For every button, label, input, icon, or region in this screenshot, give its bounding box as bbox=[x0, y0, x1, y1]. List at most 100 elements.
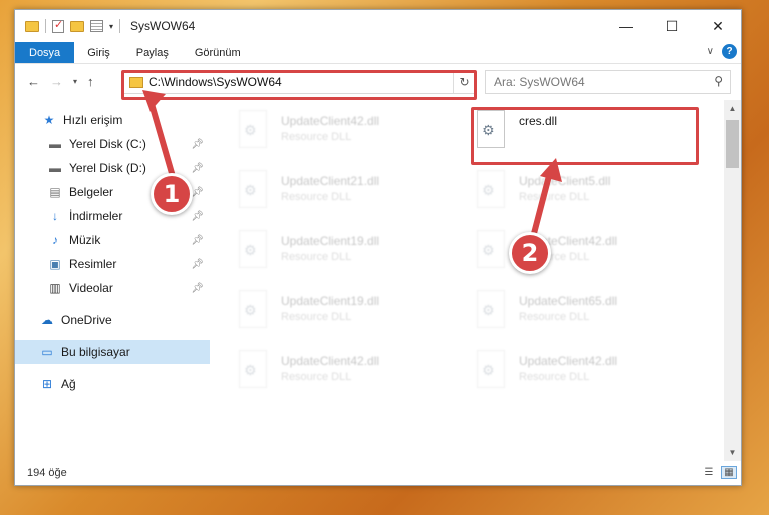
drive-icon: ▬ bbox=[49, 161, 61, 175]
back-arrow-icon[interactable]: ← bbox=[27, 74, 40, 89]
dll-file-icon: ⚙ bbox=[473, 348, 509, 392]
pin-icon[interactable]: 📌︎ bbox=[191, 259, 204, 270]
recent-locations-icon[interactable]: ▾ bbox=[73, 77, 77, 86]
file-type: Resource DLL bbox=[281, 131, 352, 143]
pin-icon[interactable]: 📌︎ bbox=[191, 163, 204, 174]
tab-share[interactable]: Paylaş bbox=[123, 42, 182, 63]
sidebar-item-label: Resimler bbox=[69, 257, 117, 271]
file-type: Resource DLL bbox=[519, 191, 590, 203]
file-item[interactable]: ⚙ UpdateClient65.dll Resource DLL bbox=[473, 288, 693, 338]
large-icons-view-icon[interactable]: ▦ bbox=[721, 466, 737, 479]
sidebar-item-this-pc[interactable]: ▭ Bu bilgisayar bbox=[15, 340, 210, 364]
download-icon: ↓ bbox=[52, 209, 58, 223]
documents-icon: ▤ bbox=[49, 185, 61, 199]
dll-file-icon: ⚙ bbox=[235, 228, 271, 272]
sidebar-item-label: Hızlı erişim bbox=[63, 113, 123, 127]
new-folder-icon[interactable] bbox=[70, 20, 84, 32]
file-type: Resource DLL bbox=[281, 251, 352, 263]
file-name: UpdateClient5.dll bbox=[519, 174, 611, 188]
search-icon[interactable]: ⚲ bbox=[714, 74, 723, 88]
help-icon[interactable]: ? bbox=[722, 44, 737, 59]
network-icon: ⊞ bbox=[41, 377, 53, 391]
divider bbox=[45, 19, 46, 33]
pin-icon[interactable]: 📌︎ bbox=[191, 139, 204, 150]
sidebar-item-pictures[interactable]: ▣ Resimler 📌︎ bbox=[15, 252, 210, 276]
sidebar-item-videos[interactable]: ▥ Videolar 📌︎ bbox=[15, 276, 210, 300]
sidebar-item-label: Belgeler bbox=[69, 185, 114, 199]
sidebar-item-label: Müzik bbox=[69, 233, 101, 247]
divider bbox=[119, 19, 121, 33]
explorer-window: ▾ SysWOW64 — ☐ ✕ Dosya Giriş Paylaş Görü… bbox=[14, 9, 742, 486]
sidebar-item-local-disk-c[interactable]: ▬ Yerel Disk (C:) 📌︎ bbox=[15, 132, 210, 156]
file-name: UpdateClient19.dll bbox=[281, 294, 380, 308]
status-bar: 194 öğe ☰ ▦ bbox=[15, 461, 741, 485]
file-item[interactable]: ⚙ UpdateClient42.dll Resource DLL bbox=[235, 348, 455, 398]
file-item[interactable]: ⚙ UpdateClient21.dll Resource DLL bbox=[235, 168, 455, 218]
file-name: UpdateClient42.dll bbox=[519, 354, 618, 368]
vertical-scrollbar[interactable]: ▲ ▼ bbox=[724, 100, 741, 461]
expand-ribbon-icon[interactable]: ∨ bbox=[707, 46, 714, 57]
tab-view[interactable]: Görünüm bbox=[182, 42, 254, 63]
file-name: UpdateClient65.dll bbox=[519, 294, 618, 308]
quick-access-toolbar: ▾ bbox=[15, 18, 121, 33]
pin-icon[interactable]: 📌︎ bbox=[191, 211, 204, 222]
pin-icon[interactable]: 📌︎ bbox=[191, 187, 204, 198]
file-type: Resource DLL bbox=[281, 311, 352, 323]
file-item[interactable]: ⚙ UpdateClient5.dll Resource DLL bbox=[473, 168, 693, 218]
tab-home[interactable]: Giriş bbox=[74, 42, 123, 63]
file-type: Resource DLL bbox=[281, 371, 352, 383]
drive-icon: ▬ bbox=[49, 137, 61, 151]
close-button[interactable]: ✕ bbox=[695, 10, 741, 42]
details-view-icon[interactable]: ☰ bbox=[701, 466, 717, 479]
navigation-pane: ★ Hızlı erişim ▬ Yerel Disk (C:) 📌︎ ▬ Ye… bbox=[15, 100, 211, 461]
pin-icon[interactable]: 📌︎ bbox=[191, 235, 204, 246]
sidebar-item-network[interactable]: ⊞ Ağ bbox=[15, 372, 210, 396]
sidebar-item-music[interactable]: ♪ Müzik 📌︎ bbox=[15, 228, 210, 252]
up-arrow-icon[interactable]: ↑ bbox=[87, 74, 94, 89]
file-item[interactable]: ⚙ UpdateClient19.dll Resource DLL bbox=[235, 288, 455, 338]
pin-icon[interactable]: 📌︎ bbox=[191, 283, 204, 294]
dll-file-icon: ⚙ bbox=[473, 228, 509, 272]
forward-arrow-icon[interactable]: → bbox=[50, 74, 63, 89]
dll-file-icon: ⚙ bbox=[235, 168, 271, 212]
view-switcher: ☰ ▦ bbox=[701, 466, 737, 479]
chevron-down-icon[interactable]: ▾ bbox=[109, 22, 113, 31]
sidebar-item-onedrive[interactable]: ☁ OneDrive bbox=[15, 308, 210, 332]
dll-file-icon: ⚙ bbox=[235, 288, 271, 332]
file-highlight-box bbox=[471, 107, 699, 165]
window-controls: — ☐ ✕ bbox=[603, 10, 741, 42]
title-bar: ▾ SysWOW64 — ☐ ✕ bbox=[15, 10, 741, 42]
scroll-down-icon[interactable]: ▼ bbox=[724, 444, 741, 461]
file-name: UpdateClient42.dll bbox=[281, 114, 380, 128]
sidebar-item-quick-access[interactable]: ★ Hızlı erişim bbox=[15, 108, 210, 132]
tab-file[interactable]: Dosya bbox=[15, 42, 75, 63]
search-input[interactable]: Ara: SysWOW64 ⚲ bbox=[485, 70, 731, 94]
maximize-button[interactable]: ☐ bbox=[649, 10, 695, 42]
properties-check-icon[interactable] bbox=[52, 18, 64, 33]
cloud-icon: ☁ bbox=[41, 313, 53, 327]
videos-icon: ▥ bbox=[49, 281, 61, 295]
sidebar-item-label: Videolar bbox=[69, 281, 113, 295]
step-2-badge: 2 bbox=[509, 232, 551, 274]
properties-icon[interactable] bbox=[90, 20, 103, 32]
file-item[interactable]: ⚙ UpdateClient42.dll Resource DLL bbox=[235, 108, 455, 158]
file-type: Resource DLL bbox=[281, 191, 352, 203]
sidebar-item-label: Yerel Disk (D:) bbox=[69, 161, 146, 175]
sidebar-item-label: Bu bilgisayar bbox=[61, 345, 130, 359]
scrollbar-thumb[interactable] bbox=[726, 120, 739, 168]
sidebar-item-label: OneDrive bbox=[61, 313, 112, 327]
pictures-icon: ▣ bbox=[49, 257, 61, 271]
file-type: Resource DLL bbox=[519, 371, 590, 383]
file-item[interactable]: ⚙ UpdateClient19.dll Resource DLL bbox=[235, 228, 455, 278]
file-item[interactable]: ⚙ UpdateClient42.dll Resource DLL bbox=[473, 228, 693, 278]
computer-icon: ▭ bbox=[41, 345, 53, 359]
search-placeholder: Ara: SysWOW64 bbox=[494, 75, 585, 89]
scroll-up-icon[interactable]: ▲ bbox=[724, 100, 741, 117]
address-highlight-box bbox=[121, 70, 477, 100]
minimize-button[interactable]: — bbox=[603, 10, 649, 42]
step-1-badge: 1 bbox=[151, 173, 193, 215]
folder-icon bbox=[25, 20, 39, 32]
file-item[interactable]: ⚙ UpdateClient42.dll Resource DLL bbox=[473, 348, 693, 398]
dll-file-icon: ⚙ bbox=[235, 108, 271, 152]
dll-file-icon: ⚙ bbox=[473, 288, 509, 332]
